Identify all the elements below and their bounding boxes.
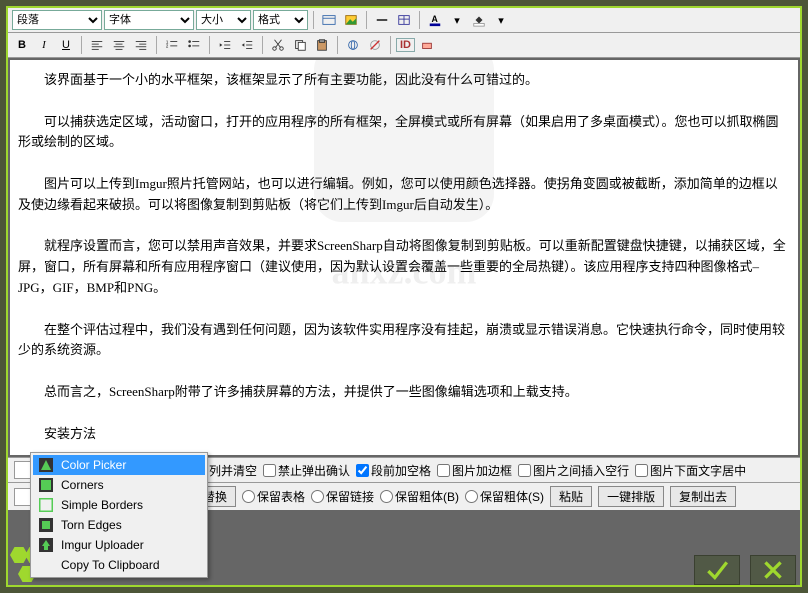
align-left-icon[interactable]: [87, 35, 107, 55]
svg-text:2: 2: [166, 44, 169, 49]
indent-icon[interactable]: [237, 35, 257, 55]
menu-simple-borders[interactable]: Simple Borders: [33, 495, 205, 515]
font-color-icon[interactable]: A: [425, 10, 445, 30]
pic-border-check[interactable]: 图片加边框: [437, 462, 512, 479]
menu-copy-clipboard[interactable]: Copy To Clipboard: [33, 555, 205, 575]
image-icon[interactable]: [341, 10, 361, 30]
upload-icon: [39, 538, 53, 552]
borders-icon: [39, 498, 53, 512]
dropdown2-icon[interactable]: ▾: [491, 10, 511, 30]
hr-icon[interactable]: [372, 10, 392, 30]
table-icon[interactable]: [394, 10, 414, 30]
menu-imgur-uploader[interactable]: Imgur Uploader: [33, 535, 205, 555]
keep-link-radio[interactable]: 保留链接: [311, 488, 374, 505]
watermark-icon: [314, 60, 494, 222]
copy-icon[interactable]: [290, 35, 310, 55]
layout-button[interactable]: 一键排版: [598, 486, 664, 507]
paste-icon[interactable]: [312, 35, 332, 55]
menu-color-picker[interactable]: Color Picker: [33, 455, 205, 475]
corners-icon: [39, 478, 53, 492]
dropdown-icon[interactable]: ▾: [447, 10, 467, 30]
link-icon[interactable]: [343, 35, 363, 55]
footer-buttons: [694, 555, 796, 585]
outdent-icon[interactable]: [215, 35, 235, 55]
paragraph: 总而言之，ScreenSharp附带了许多捕获屏幕的方法，并提供了一些图像编辑选…: [18, 382, 790, 403]
ul-icon[interactable]: [184, 35, 204, 55]
bg-color-icon[interactable]: [469, 10, 489, 30]
id-button[interactable]: ID: [396, 38, 415, 52]
paste-button[interactable]: 粘贴: [550, 486, 592, 507]
no-popup-check[interactable]: 禁止弹出确认: [263, 462, 350, 479]
italic-button[interactable]: I: [34, 35, 54, 55]
editor-content[interactable]: anxz.com 该界面基于一个小的水平框架，该框架显示了所有主要功能，因此没有…: [10, 60, 798, 455]
align-right-icon[interactable]: [131, 35, 151, 55]
paragraph: 安装方法: [18, 424, 790, 445]
toolbar-format-row: 段落 字体 大小 格式 A ▾ ▾: [8, 8, 800, 33]
keep-bold-s-radio[interactable]: 保留粗体(S): [465, 488, 544, 505]
size-select[interactable]: 大小: [196, 10, 251, 30]
ok-button[interactable]: [694, 555, 740, 585]
watermark-text: anxz.com: [332, 243, 477, 301]
paragraph-style-select[interactable]: 段落: [12, 10, 102, 30]
clear-format-icon[interactable]: [417, 35, 437, 55]
menu-corners[interactable]: Corners: [33, 475, 205, 495]
bold-button[interactable]: B: [12, 35, 32, 55]
cut-icon[interactable]: [268, 35, 288, 55]
context-menu: Color Picker Corners Simple Borders Torn…: [30, 452, 208, 578]
paragraph: 在整个评估过程中，我们没有遇到任何问题，因为该软件实用程序没有挂起，崩溃或显示错…: [18, 320, 790, 362]
svg-text:A: A: [432, 14, 439, 24]
keep-bold-b-radio[interactable]: 保留粗体(B): [380, 488, 459, 505]
clipboard-icon: [39, 558, 53, 572]
copy-out-button[interactable]: 复制出去: [670, 486, 736, 507]
web-icon[interactable]: [319, 10, 339, 30]
space-before-check[interactable]: 段前加空格: [356, 462, 431, 479]
pic-text-check[interactable]: 图片下面文字居中: [635, 462, 746, 479]
toolbar-edit-row: B I U 12 ID: [8, 33, 800, 58]
underline-button[interactable]: U: [56, 35, 76, 55]
font-select[interactable]: 字体: [104, 10, 194, 30]
keep-table-radio[interactable]: 保留表格: [242, 488, 305, 505]
align-center-icon[interactable]: [109, 35, 129, 55]
torn-icon: [39, 518, 53, 532]
cancel-button[interactable]: [750, 555, 796, 585]
pic-blank-check[interactable]: 图片之间插入空行: [518, 462, 629, 479]
color-picker-icon: [39, 458, 53, 472]
menu-torn-edges[interactable]: Torn Edges: [33, 515, 205, 535]
format-select[interactable]: 格式: [253, 10, 308, 30]
unlink-icon[interactable]: [365, 35, 385, 55]
ol-icon[interactable]: 12: [162, 35, 182, 55]
